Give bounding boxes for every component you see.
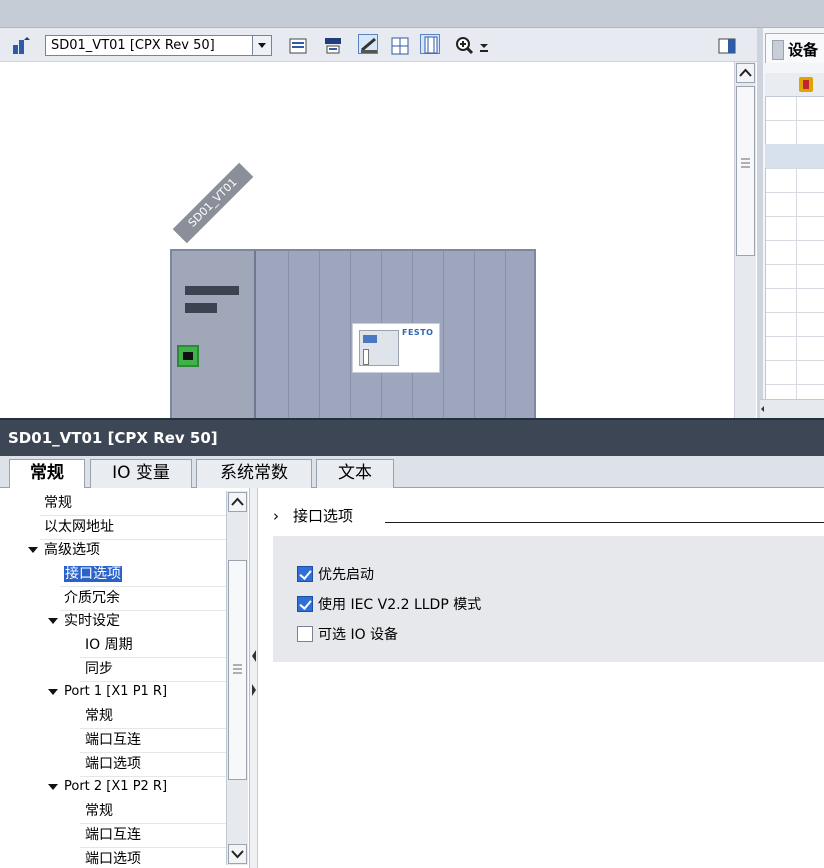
lldp-mode-checkbox[interactable] <box>297 596 313 612</box>
nav-item-port1-general[interactable]: 常规 <box>85 704 113 728</box>
tab-label: 系统常数 <box>220 463 288 483</box>
section-header[interactable]: › 接口选项 <box>273 505 353 526</box>
device-table-icon[interactable] <box>287 35 307 55</box>
option-label: 优先启动 <box>318 567 374 583</box>
interface-options-panel: › 接口选项 优先启动 使用 IEC V2.2 LLDP 模式 可选 IO 设备 <box>259 488 824 868</box>
expand-caret-icon[interactable] <box>48 618 58 624</box>
nav-item-port2-general[interactable]: 常规 <box>85 799 113 823</box>
zoom-menu-icon[interactable] <box>476 35 490 55</box>
scroll-thumb[interactable] <box>228 560 247 780</box>
device-overview-table[interactable] <box>765 73 824 408</box>
lldp-mode-option[interactable]: 使用 IEC V2.2 LLDP 模式 <box>297 595 481 615</box>
device-head-module[interactable] <box>172 251 256 439</box>
network-view-icon[interactable] <box>10 35 30 55</box>
nav-item-port1-options[interactable]: 端口选项 <box>85 752 141 776</box>
canvas-vertical-scrollbar[interactable] <box>734 62 756 418</box>
festo-module-image: FESTO <box>352 323 440 373</box>
options-group: 优先启动 使用 IEC V2.2 LLDP 模式 可选 IO 设备 <box>273 536 824 662</box>
section-title: 接口选项 <box>293 507 354 525</box>
nav-item-port2-interconnection[interactable]: 端口互连 <box>85 823 141 847</box>
tab-label: 文本 <box>338 463 372 483</box>
nav-vertical-scrollbar[interactable] <box>226 491 248 865</box>
device-view-canvas[interactable]: SD01_VT01 FESTO <box>0 62 734 441</box>
option-label: 可选 IO 设备 <box>318 627 399 643</box>
prioritized-startup-checkbox[interactable] <box>297 566 313 582</box>
expand-caret-icon[interactable] <box>48 688 58 695</box>
scroll-up-button[interactable] <box>736 63 755 83</box>
tab-texts[interactable]: 文本 <box>316 459 394 488</box>
device-module[interactable]: FESTO <box>170 249 536 441</box>
device-overview-header <box>765 73 824 97</box>
nav-item-advanced-options[interactable]: 高级选项 <box>28 538 100 562</box>
nav-item-media-redundancy[interactable]: 介质冗余 <box>64 586 120 610</box>
section-arrow-icon: › <box>273 507 279 525</box>
tab-general[interactable]: 常规 <box>9 459 85 489</box>
device-label-bar-short <box>185 303 217 313</box>
grid-icon[interactable] <box>389 35 409 55</box>
scroll-thumb[interactable] <box>736 86 755 256</box>
device-name-tag: SD01_VT01 <box>172 162 254 244</box>
nav-item-io-cycle[interactable]: IO 周期 <box>85 633 133 657</box>
device-select-value: SD01_VT01 [CPX Rev 50] <box>51 38 215 53</box>
nav-item-synchronization[interactable]: 同步 <box>85 657 113 681</box>
inspector-nav-tree: 常规 以太网地址 高级选项 接口选项 介质冗余 实时设定 IO 周期 同步 Po… <box>0 488 250 868</box>
inspector-title-bar: SD01_VT01 [CPX Rev 50] <box>0 418 824 456</box>
module-chip-icon <box>359 330 399 366</box>
festo-logo: FESTO <box>402 328 434 337</box>
show-names-icon[interactable] <box>322 35 342 55</box>
optional-io-device-checkbox[interactable] <box>297 626 313 642</box>
ethernet-port-icon[interactable] <box>177 345 199 367</box>
tab-device-overview-label: 设备 <box>788 41 819 59</box>
scroll-down-button[interactable] <box>228 844 247 864</box>
nav-item-interface-options[interactable]: 接口选项 <box>64 562 122 586</box>
page-break-icon[interactable] <box>420 34 440 54</box>
nav-item-port2[interactable]: Port 2 [X1 P2 R] <box>48 775 167 799</box>
nav-splitter[interactable] <box>250 488 258 868</box>
expand-caret-icon[interactable] <box>48 783 58 790</box>
nav-item-port2-options[interactable]: 端口选项 <box>85 847 141 868</box>
tab-device-overview[interactable]: 设备 <box>765 33 824 63</box>
expand-caret-icon[interactable] <box>28 547 38 553</box>
chevron-down-icon[interactable] <box>252 36 271 55</box>
tab-label: 常规 <box>30 463 64 483</box>
overview-horizontal-scrollbar[interactable] <box>760 399 824 418</box>
panel-toggle-icon[interactable] <box>716 35 736 55</box>
section-divider <box>385 522 824 523</box>
nav-item-realtime-settings[interactable]: 实时设定 <box>48 609 120 633</box>
nav-item-port1[interactable]: Port 1 [X1 P1 R] <box>48 680 167 704</box>
interconnect-icon[interactable] <box>358 34 378 54</box>
option-label: 使用 IEC V2.2 LLDP 模式 <box>318 597 482 613</box>
table-row[interactable] <box>765 144 824 168</box>
top-strip <box>0 0 824 28</box>
tab-io-tags[interactable]: IO 变量 <box>90 459 192 488</box>
optional-io-device-option[interactable]: 可选 IO 设备 <box>297 625 398 645</box>
device-label-bar <box>185 286 239 295</box>
tab-label: IO 变量 <box>112 463 170 483</box>
nav-item-ethernet-address[interactable]: 以太网地址 <box>44 515 114 539</box>
scroll-up-button[interactable] <box>228 492 247 512</box>
prioritized-startup-option[interactable]: 优先启动 <box>297 565 374 585</box>
nav-item-port1-interconnection[interactable]: 端口互连 <box>85 728 141 752</box>
inspector-title: SD01_VT01 [CPX Rev 50] <box>8 429 218 447</box>
network-device-icon <box>799 77 813 92</box>
nav-item-general[interactable]: 常规 <box>44 491 72 515</box>
zoom-in-icon[interactable] <box>454 35 474 55</box>
device-select[interactable]: SD01_VT01 [CPX Rev 50] <box>45 35 272 56</box>
tab-system-constants[interactable]: 系统常数 <box>196 459 312 488</box>
